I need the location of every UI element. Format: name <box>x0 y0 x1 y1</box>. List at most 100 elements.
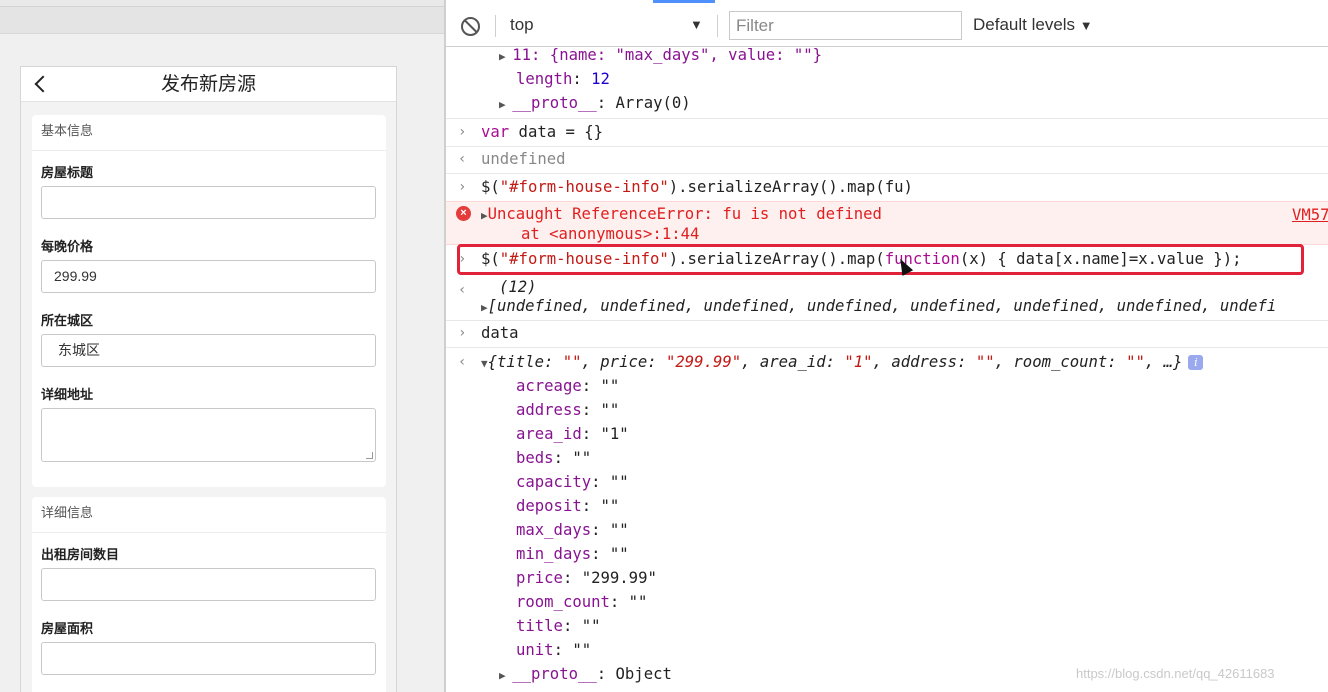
object-property: room_count: "" <box>516 593 648 611</box>
object-summary-line[interactable]: ▼{title: "", price: "299.99", area_id: "… <box>481 353 1328 371</box>
property-key: max_days <box>516 521 592 539</box>
room-count-label: 出租房间数目 <box>41 548 120 563</box>
result-arrow-icon: ‹ <box>458 282 467 298</box>
length-line: length: 12 <box>516 70 610 88</box>
code-text: $( <box>481 178 500 196</box>
object-summary-text: , room_count: <box>994 353 1127 371</box>
proto-value: Object <box>615 665 672 683</box>
area-label: 所在城区 <box>41 314 94 329</box>
array-count: (12) <box>499 278 537 296</box>
highlight-annotation-box <box>457 244 1304 275</box>
acreage-input[interactable] <box>41 642 376 675</box>
property-key: price <box>516 569 563 587</box>
page-title: 发布新房源 <box>160 73 256 95</box>
watermark-text: https://blog.csdn.net/qq_42611683 <box>1076 666 1275 681</box>
object-property: address: "" <box>516 401 620 419</box>
message-separator <box>446 320 1328 321</box>
basic-info-header: 基本信息 <box>32 115 386 151</box>
back-chevron-icon[interactable] <box>31 72 51 96</box>
property-value: "" <box>600 401 620 419</box>
toolbar-separator <box>495 15 496 37</box>
object-property: title: "" <box>516 617 601 635</box>
array-result-text: [undefined, undefined, undefined, undefi… <box>487 297 1277 315</box>
context-dropdown-icon[interactable]: ▼ <box>690 17 703 32</box>
array-result-line[interactable]: ▶[undefined, undefined, undefined, undef… <box>481 297 1328 315</box>
object-summary-text: , price: <box>581 353 667 371</box>
clear-console-icon[interactable] <box>461 17 480 36</box>
length-value: 12 <box>591 70 610 88</box>
context-selector[interactable]: top <box>510 15 534 35</box>
active-tab-indicator <box>653 0 715 3</box>
object-summary-value: "299.99" <box>666 353 742 371</box>
console-input-line: $("#form-house-info").serializeArray().m… <box>481 178 1328 196</box>
console-input-line: data <box>481 324 519 342</box>
property-key: address <box>516 401 582 419</box>
property-value: "" <box>572 641 592 659</box>
object-summary-text: {title: <box>487 353 563 371</box>
length-key: length <box>516 70 573 88</box>
error-source-link[interactable]: VM57 <box>1292 206 1328 224</box>
price-label: 每晚价格 <box>41 240 94 255</box>
expand-triangle-icon[interactable]: ▶ <box>499 669 512 682</box>
collapse-triangle-icon[interactable]: ▼ <box>481 357 488 370</box>
proto-line[interactable]: ▶ __proto__: Array(0) <box>499 94 1328 112</box>
object-summary-value: "" <box>1126 353 1145 371</box>
property-value: "" <box>581 617 601 635</box>
log-levels-dropdown[interactable]: Default levels ▼ <box>973 15 1093 35</box>
object-summary-value: "1" <box>844 353 873 371</box>
error-text: Uncaught ReferenceError: fu is not defin… <box>487 205 882 223</box>
object-summary-text: , address: <box>872 353 976 371</box>
code-string: "#form-house-info" <box>499 178 669 196</box>
expand-triangle-icon[interactable]: ▶ <box>499 98 512 111</box>
object-property: area_id: "1" <box>516 425 629 443</box>
object-property: min_days: "" <box>516 545 629 563</box>
info-icon[interactable]: i <box>1188 355 1204 370</box>
property-key: unit <box>516 641 554 659</box>
property-key: room_count <box>516 593 610 611</box>
proto-key: __proto__ <box>512 665 597 683</box>
property-value: "299.99" <box>581 569 657 587</box>
object-summary-text: , …} <box>1144 353 1183 371</box>
address-label: 详细地址 <box>41 388 94 403</box>
house-title-label: 房屋标题 <box>41 166 94 181</box>
proto-key: __proto__ <box>512 94 597 112</box>
property-key: capacity <box>516 473 592 491</box>
acreage-label: 房屋面积 <box>41 622 94 637</box>
expand-triangle-icon[interactable]: ▶ <box>499 50 512 63</box>
basic-info-card: 基本信息 房屋标题 每晚价格 299.99 所在城区 东城区 详细地址 <box>32 115 386 487</box>
error-line[interactable]: ▶Uncaught ReferenceError: fu is not defi… <box>481 205 1328 223</box>
message-separator <box>446 118 1328 119</box>
console-input-line: var data = {} <box>481 123 1328 141</box>
property-value: "" <box>609 521 629 539</box>
object-property: capacity: "" <box>516 473 629 491</box>
object-property: deposit: "" <box>516 497 620 515</box>
expand-triangle-icon[interactable]: ▶ <box>481 209 488 222</box>
property-key: area_id <box>516 425 582 443</box>
property-value: "1" <box>600 425 629 443</box>
code-text: ).serializeArray().map(fu) <box>668 178 913 196</box>
mobile-navbar: 发布新房源 <box>21 67 396 102</box>
area-select[interactable]: 东城区 <box>41 334 376 367</box>
error-icon: × <box>456 206 471 221</box>
console-toolbar: top ▼ Filter Default levels ▼ <box>446 5 1328 47</box>
property-key: title <box>516 617 563 635</box>
expand-triangle-icon[interactable]: ▶ <box>481 301 488 314</box>
input-prompt-icon: › <box>458 179 467 195</box>
browser-address-band <box>0 7 444 34</box>
object-property: max_days: "" <box>516 521 629 539</box>
address-textarea[interactable] <box>41 408 376 462</box>
filter-input[interactable]: Filter <box>729 11 962 40</box>
code-keyword: var <box>481 123 510 141</box>
mobile-preview-pane: 发布新房源 基本信息 房屋标题 每晚价格 299.99 所在城区 东城区 详细地… <box>0 0 444 692</box>
devtools-console: top ▼ Filter Default levels ▼ ▶ 11: {nam… <box>446 0 1328 692</box>
proto-value: Array(0) <box>615 94 691 112</box>
room-count-input[interactable] <box>41 568 376 601</box>
house-title-input[interactable] <box>41 186 376 219</box>
console-result-line: undefined <box>481 150 566 168</box>
property-key: beds <box>516 449 554 467</box>
property-value: "" <box>609 473 629 491</box>
detail-info-card: 详细信息 出租房间数目 房屋面积 <box>32 497 386 692</box>
price-input[interactable]: 299.99 <box>41 260 376 293</box>
array-item-line[interactable]: ▶ 11: {name: "max_days", value: ""} <box>499 46 1328 64</box>
browser-top-strip <box>0 0 444 7</box>
